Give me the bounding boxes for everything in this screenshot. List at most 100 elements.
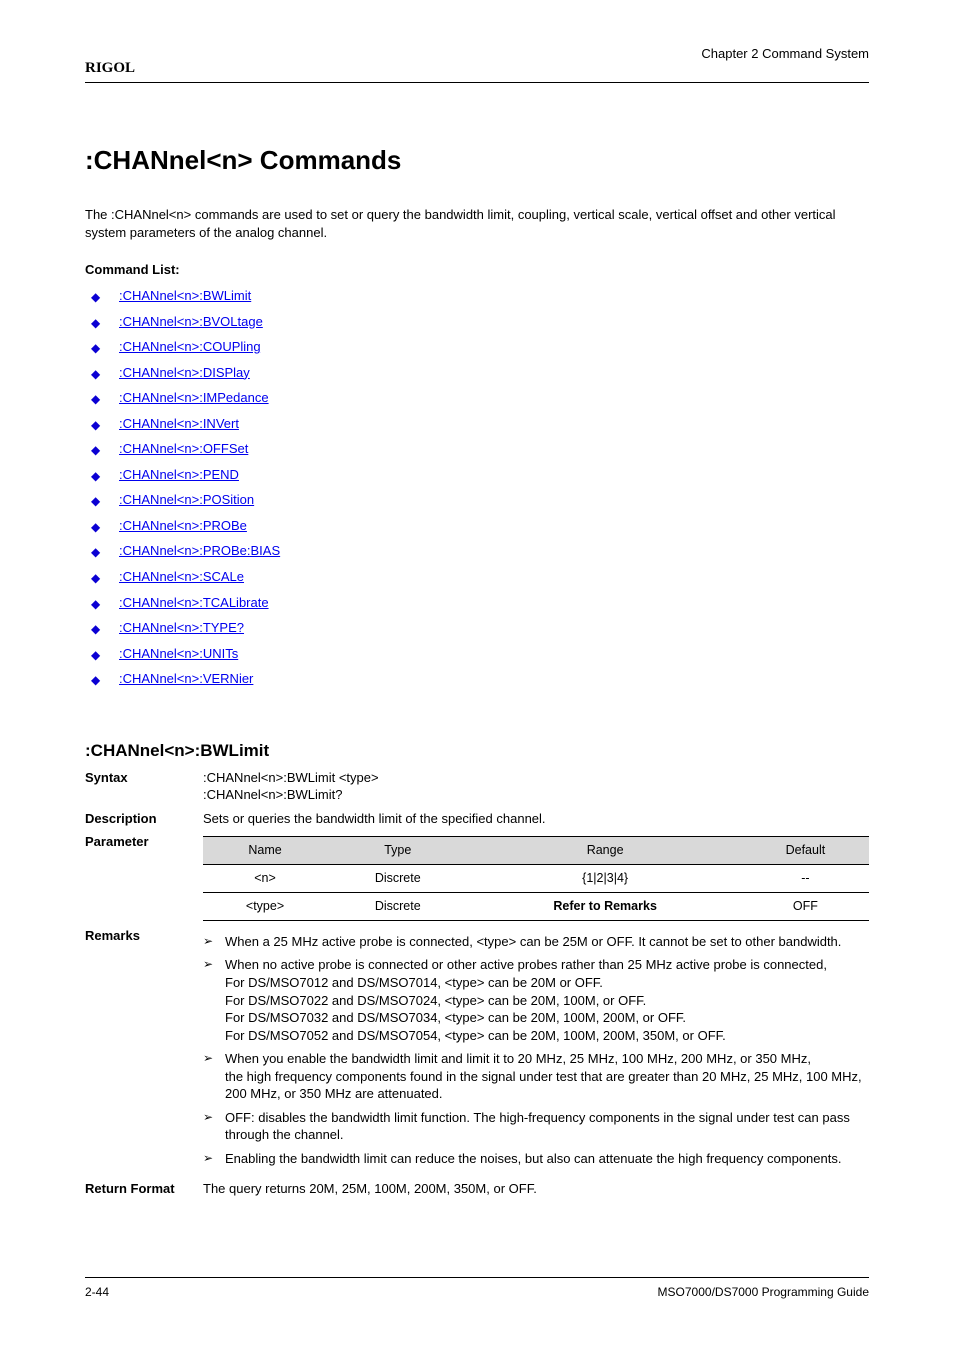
arrow-icon: ➢	[203, 1109, 213, 1125]
remark-text: When a 25 MHz active probe is connected,…	[225, 934, 841, 949]
command-link[interactable]: :CHANnel<n>:SCALe	[119, 569, 244, 584]
section-intro: The :CHANnel<n> commands are used to set…	[85, 206, 869, 241]
diamond-icon: ◆	[91, 315, 101, 325]
table-row: <n> Discrete {1|2|3|4} --	[203, 865, 869, 893]
list-item: ◆ :CHANnel<n>:OFFSet	[91, 440, 869, 458]
remark-text: When you enable the bandwidth limit and …	[225, 1051, 811, 1066]
parameter-table: Name Type Range Default <n> Discrete {1|…	[203, 836, 869, 921]
command-link-list: ◆ :CHANnel<n>:BWLimit ◆ :CHANnel<n>:BVOLta…	[85, 287, 869, 688]
param-header-range: Range	[468, 837, 741, 865]
command-section-title: :CHANnel<n>:BWLimit	[85, 740, 869, 763]
remark-item: ➢ When you enable the bandwidth limit and…	[203, 1050, 869, 1103]
cell: <n>	[203, 865, 327, 893]
diamond-icon: ◆	[91, 468, 101, 478]
param-header-type: Type	[327, 837, 468, 865]
diamond-icon: ◆	[91, 647, 101, 657]
arrow-icon: ➢	[203, 1150, 213, 1166]
list-item: ◆ :CHANnel<n>:TCALibrate	[91, 594, 869, 612]
cell: Discrete	[327, 893, 468, 921]
cell: <type>	[203, 893, 327, 921]
remark-item: ➢ Enabling the bandwidth limit can reduce…	[203, 1150, 869, 1168]
return-format-label: Return Format	[85, 1180, 203, 1198]
arrow-icon: ➢	[203, 956, 213, 972]
command-link[interactable]: :CHANnel<n>:BWLimit	[119, 288, 251, 303]
list-item: ◆ :CHANnel<n>:SCALe	[91, 568, 869, 586]
parameter-label: Parameter	[85, 833, 203, 921]
diamond-icon: ◆	[91, 570, 101, 580]
page-footer: 2-44 MSO7000/DS7000 Programming Guide	[85, 1277, 869, 1300]
command-link[interactable]: :CHANnel<n>:PROBe	[119, 518, 247, 533]
list-item: ◆ :CHANnel<n>:IMPedance	[91, 389, 869, 407]
list-item: ◆ :CHANnel<n>:POSition	[91, 491, 869, 509]
arrow-icon: ➢	[203, 1050, 213, 1066]
list-item: ◆ :CHANnel<n>:BWLimit	[91, 287, 869, 305]
list-item: ◆ :CHANnel<n>:TYPE?	[91, 619, 869, 637]
list-item: ◆ :CHANnel<n>:UNITs	[91, 645, 869, 663]
remark-text: When no active probe is connected or oth…	[225, 957, 827, 972]
arrow-icon: ➢	[203, 933, 213, 949]
command-link[interactable]: :CHANnel<n>:POSition	[119, 492, 254, 507]
command-link[interactable]: :CHANnel<n>:IMPedance	[119, 390, 269, 405]
list-item: ◆ :CHANnel<n>:INVert	[91, 415, 869, 433]
diamond-icon: ◆	[91, 366, 101, 376]
return-format-body: The query returns 20M, 25M, 100M, 200M, …	[203, 1180, 869, 1198]
diamond-icon: ◆	[91, 596, 101, 606]
list-item: ◆ :CHANnel<n>:PROBe	[91, 517, 869, 535]
section-title: :CHANnel<n> Commands	[85, 143, 869, 178]
diamond-icon: ◆	[91, 621, 101, 631]
diamond-icon: ◆	[91, 544, 101, 554]
chapter-label: Chapter 2 Command System	[701, 45, 869, 63]
command-link[interactable]: :CHANnel<n>:TYPE?	[119, 620, 244, 635]
diamond-icon: ◆	[91, 442, 101, 452]
remark-item: ➢ When no active probe is connected or ot…	[203, 956, 869, 1044]
list-item: ◆ :CHANnel<n>:PEND	[91, 466, 869, 484]
command-link[interactable]: :CHANnel<n>:COUPling	[119, 339, 261, 354]
list-item: ◆ :CHANnel<n>:BVOLtage	[91, 313, 869, 331]
remark-item: ➢ OFF: disables the bandwidth limit funct…	[203, 1109, 869, 1144]
cell: {1|2|3|4}	[468, 865, 741, 893]
command-link[interactable]: :CHANnel<n>:DISPlay	[119, 365, 250, 380]
diamond-icon: ◆	[91, 519, 101, 529]
syntax-line-1: :CHANnel<n>:BWLimit <type>	[203, 769, 869, 787]
page-number: 2-44	[85, 1284, 109, 1300]
syntax-label: Syntax	[85, 769, 203, 804]
cell: Discrete	[327, 865, 468, 893]
diamond-icon: ◆	[91, 672, 101, 682]
command-link[interactable]: :CHANnel<n>:OFFSet	[119, 441, 248, 456]
command-link[interactable]: :CHANnel<n>:VERNier	[119, 671, 253, 686]
footer-guide: MSO7000/DS7000 Programming Guide	[658, 1284, 869, 1300]
table-row: <type> Discrete Refer to Remarks OFF	[203, 893, 869, 921]
remark-subnote: For DS/MSO7052 and DS/MSO7054, <type> ca…	[225, 1027, 869, 1045]
remarks-label: Remarks	[85, 927, 203, 1174]
link-heading: Command List:	[85, 261, 869, 279]
cell: Refer to Remarks	[468, 893, 741, 921]
diamond-icon: ◆	[91, 493, 101, 503]
param-header-default: Default	[742, 837, 869, 865]
syntax-line-2: :CHANnel<n>:BWLimit?	[203, 786, 869, 804]
list-item: ◆ :CHANnel<n>:PROBe:BIAS	[91, 542, 869, 560]
diamond-icon: ◆	[91, 417, 101, 427]
command-link[interactable]: :CHANnel<n>:TCALibrate	[119, 595, 269, 610]
diamond-icon: ◆	[91, 340, 101, 350]
remark-subnote: For DS/MSO7022 and DS/MSO7024, <type> ca…	[225, 992, 869, 1010]
diamond-icon: ◆	[91, 289, 101, 299]
list-item: ◆ :CHANnel<n>:DISPlay	[91, 364, 869, 382]
command-link[interactable]: :CHANnel<n>:PEND	[119, 467, 239, 482]
description-label: Description	[85, 810, 203, 828]
remark-item: ➢ When a 25 MHz active probe is connected…	[203, 933, 869, 951]
remark-subnote: For DS/MSO7032 and DS/MSO7034, <type> ca…	[225, 1009, 869, 1027]
list-item: ◆ :CHANnel<n>:COUPling	[91, 338, 869, 356]
remark-text: OFF: disables the bandwidth limit functi…	[225, 1110, 850, 1143]
command-link[interactable]: :CHANnel<n>:BVOLtage	[119, 314, 263, 329]
remark-subnote: For DS/MSO7012 and DS/MSO7014, <type> ca…	[225, 974, 869, 992]
cell: OFF	[742, 893, 869, 921]
command-link[interactable]: :CHANnel<n>:UNITs	[119, 646, 238, 661]
command-link[interactable]: :CHANnel<n>:INVert	[119, 416, 239, 431]
description-body: Sets or queries the bandwidth limit of t…	[203, 810, 869, 828]
remark-text: Enabling the bandwidth limit can reduce …	[225, 1151, 841, 1166]
list-item: ◆ :CHANnel<n>:VERNier	[91, 670, 869, 688]
command-link[interactable]: :CHANnel<n>:PROBe:BIAS	[119, 543, 280, 558]
remark-subnote: the high frequency components found in t…	[225, 1068, 869, 1103]
param-header-name: Name	[203, 837, 327, 865]
diamond-icon: ◆	[91, 391, 101, 401]
